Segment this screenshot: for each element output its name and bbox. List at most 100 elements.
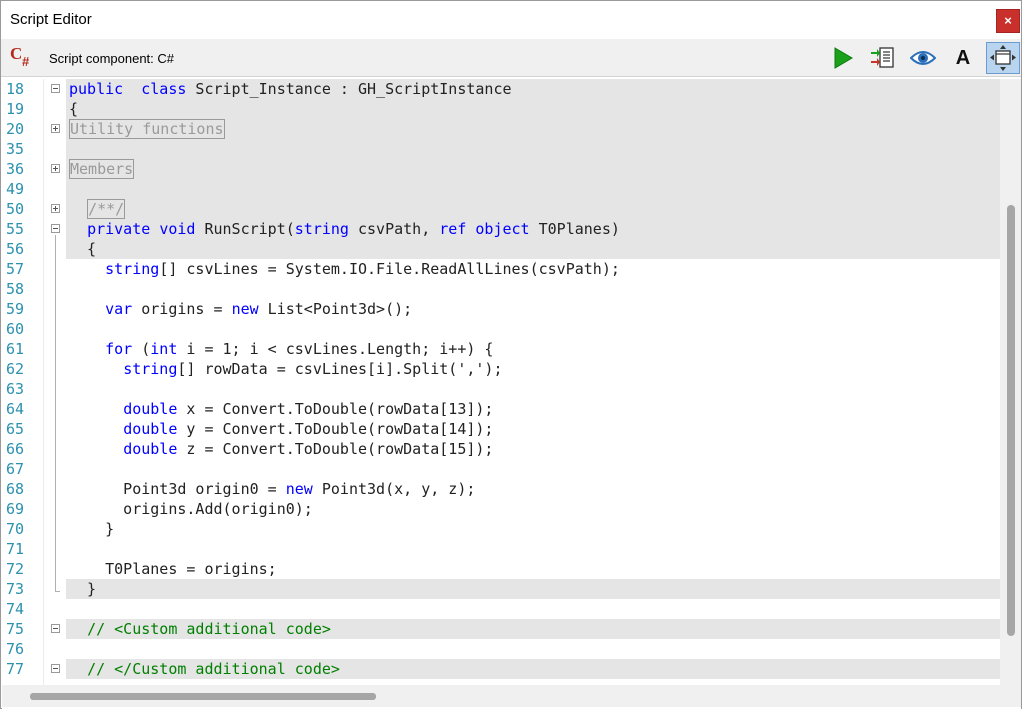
keyword-token: string [294,220,349,238]
code-line[interactable]: var origins = new List<Point3d>(); [66,299,1000,319]
code-line[interactable]: origins.Add(origin0); [66,499,1000,519]
scrollbar-corner [1000,685,1021,707]
collapse-icon[interactable] [51,624,60,633]
line-number: 73 [6,580,25,598]
keyword-token: string [105,260,160,278]
code-token: i = 1; i < csvLines.Length; i++) { [177,340,494,358]
code-token: Point3d(x, y, z); [312,480,476,498]
horizontal-scroll-thumb[interactable] [30,693,376,700]
vertical-scrollbar[interactable] [1000,79,1021,685]
keyword-token: var [105,300,133,318]
keyword-token: object [475,220,530,238]
dock-button[interactable] [986,42,1020,74]
component-label: Script component: C# [49,51,175,66]
dock-icon [990,45,1016,71]
line-number: 55 [6,220,25,238]
code-line[interactable] [66,179,1000,199]
code-token: origins.Add(origin0); [69,500,313,518]
keyword-token: new [285,480,313,498]
line-number: 70 [6,520,25,538]
code-line[interactable] [66,279,1000,299]
code-line[interactable]: Members [66,159,1000,179]
code-area[interactable]: public class Script_Instance : GH_Script… [66,79,1000,685]
fold-guide-line [55,235,56,591]
code-line[interactable] [66,319,1000,339]
code-line[interactable] [66,599,1000,619]
line-number: 35 [6,140,25,158]
code-token: { [69,100,79,118]
line-number: 74 [6,600,25,618]
vertical-scroll-thumb[interactable] [1007,205,1015,636]
close-button[interactable]: × [996,9,1020,33]
code-line[interactable] [66,639,1000,659]
collapsed-region[interactable]: /**/ [87,199,126,219]
keyword-token: new [231,300,259,318]
window-title: Script Editor [10,11,92,28]
code-line[interactable]: double x = Convert.ToDouble(rowData[13])… [66,399,1000,419]
code-line[interactable]: // <Custom additional code> [66,619,1000,639]
code-line[interactable]: T0Planes = origins; [66,559,1000,579]
line-number: 58 [6,280,25,298]
collapse-icon[interactable] [51,84,60,93]
csharp-icon: C # [10,44,34,69]
code-line[interactable]: /**/ [66,199,1000,219]
expand-icon[interactable] [51,164,60,173]
line-number: 72 [6,560,25,578]
collapsed-region[interactable]: Utility functions [69,119,225,139]
code-line[interactable]: } [66,519,1000,539]
code-line[interactable]: { [66,239,1000,259]
line-number: 71 [6,540,25,558]
font-button[interactable]: A [948,44,978,72]
code-line[interactable]: // </Custom additional code> [66,659,1000,679]
code-line[interactable] [66,539,1000,559]
csharp-icon-hash: # [22,54,30,69]
line-number: 75 [6,620,25,638]
code-line[interactable]: string[] csvLines = System.IO.File.ReadA… [66,259,1000,279]
keyword-token: double [123,440,178,458]
keyword-token: class [141,80,187,98]
horizontal-scrollbar[interactable] [2,685,1000,707]
code-line[interactable]: private void RunScript(string csvPath, r… [66,219,1000,239]
code-line[interactable]: } [66,579,1000,599]
code-line[interactable]: Point3d origin0 = new Point3d(x, y, z); [66,479,1000,499]
code-line[interactable]: double z = Convert.ToDouble(rowData[15])… [66,439,1000,459]
code-line[interactable]: { [66,99,1000,119]
collapse-icon[interactable] [51,664,60,673]
preview-button[interactable] [908,44,938,72]
code-line[interactable]: string[] rowData = csvLines[i].Split(','… [66,359,1000,379]
keyword-token: void [159,220,196,238]
run-button[interactable] [828,44,858,72]
compile-button[interactable] [868,44,898,72]
expand-icon[interactable] [51,204,60,213]
code-line[interactable] [66,459,1000,479]
collapse-icon[interactable] [51,224,60,233]
keyword-token: double [123,420,178,438]
expand-icon[interactable] [51,124,60,133]
line-number: 19 [6,100,25,118]
code-line[interactable] [66,379,1000,399]
line-number: 63 [6,380,25,398]
code-token: z = Convert.ToDouble(rowData[15]); [177,440,494,458]
code-line[interactable]: for (int i = 1; i < csvLines.Length; i++… [66,339,1000,359]
collapsed-region[interactable]: Members [69,159,135,179]
line-number: 68 [6,480,25,498]
script-editor-window: Script Editor × C # Script component: C# [0,0,1022,709]
code-line[interactable] [66,139,1000,159]
code-line[interactable]: Utility functions [66,119,1000,139]
code-token: T0Planes = origins; [69,560,277,578]
line-number: 65 [6,420,25,438]
code-token: RunScript( [195,220,295,238]
line-number: 59 [6,300,25,318]
code-editor[interactable]: 18 19 20 35 36 49 50 55 56 57 58 59 60 61 62 63 64 65 66 67… [2,79,1021,709]
line-number: 66 [6,440,25,458]
code-line[interactable]: double y = Convert.ToDouble(rowData[14])… [66,419,1000,439]
code-line[interactable]: public class Script_Instance : GH_Script… [66,79,1000,99]
line-number: 61 [6,340,25,358]
